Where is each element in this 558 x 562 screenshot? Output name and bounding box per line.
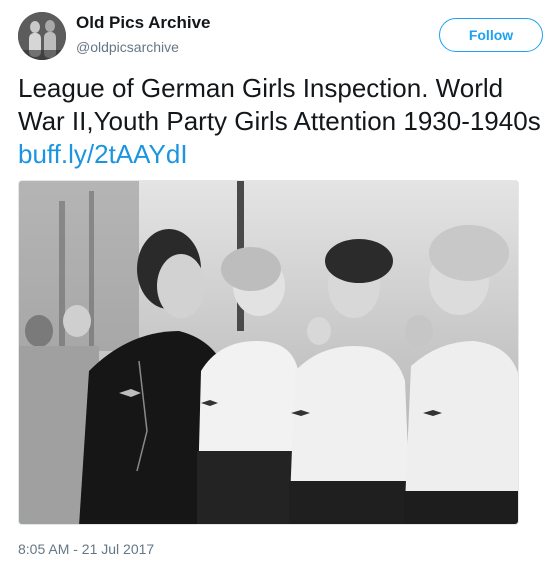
follow-button[interactable]: Follow: [439, 18, 543, 52]
author-avatar[interactable]: [18, 12, 66, 60]
tweet-timestamp[interactable]: 8:05 AM - 21 Jul 2017: [18, 541, 154, 557]
tweet-text: League of German Girls Inspection. World…: [18, 72, 548, 171]
tweet-link[interactable]: buff.ly/2tAAYdI: [18, 139, 188, 169]
author-display-name[interactable]: Old Pics Archive: [76, 13, 210, 33]
tweet-photo[interactable]: [18, 180, 519, 525]
tweet-card: Old Pics Archive @oldpicsarchive Follow …: [0, 0, 558, 562]
photo-image: [19, 181, 518, 524]
author-handle[interactable]: @oldpicsarchive: [76, 39, 179, 55]
avatar-photo-icon: [18, 12, 66, 60]
tweet-body: League of German Girls Inspection. World…: [18, 73, 541, 136]
